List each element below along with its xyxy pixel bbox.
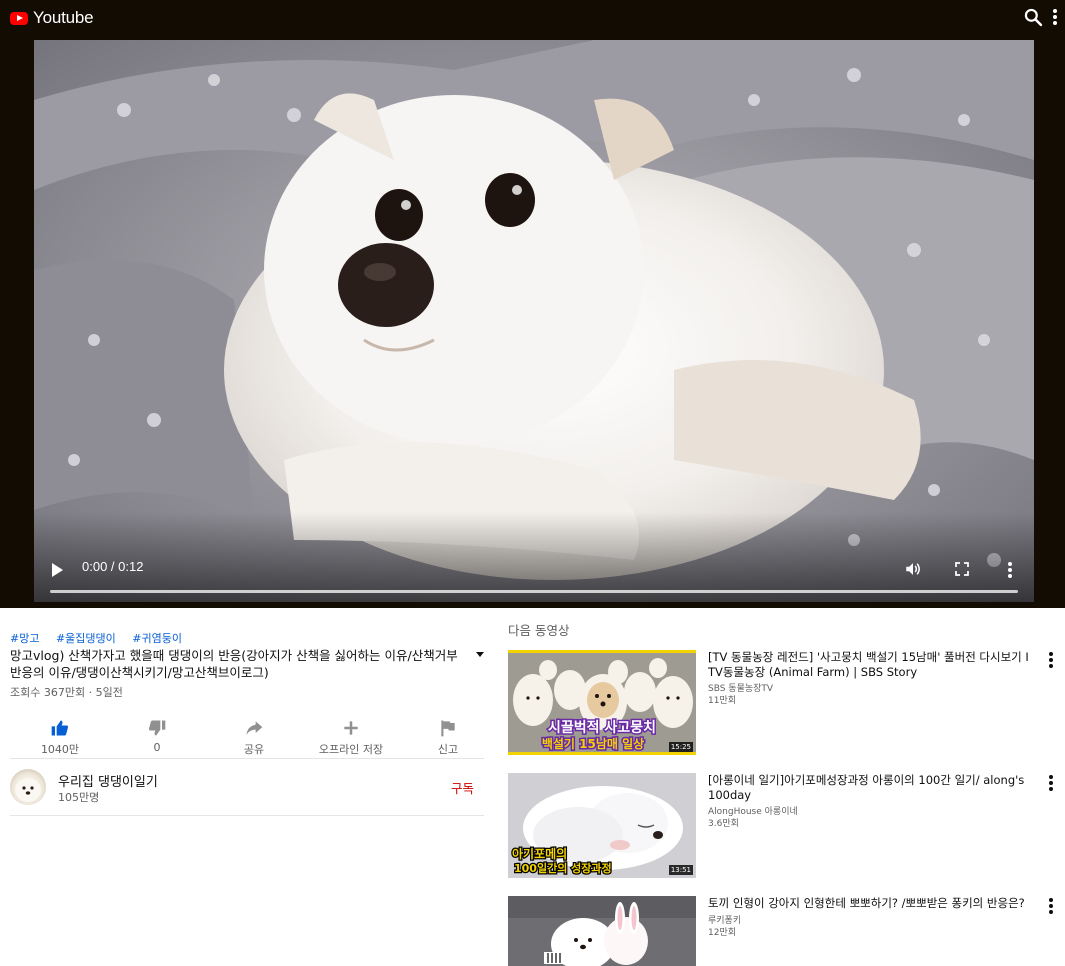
player-area: 0:00 / 0:12 [0,34,1065,608]
video-thumbnail[interactable]: 아기포메의 100일간의 성장과정 13:51 [508,773,696,878]
like-button[interactable]: 1040만 [30,718,90,758]
youtube-play-icon [10,11,28,25]
save-offline-label: 오프라인 저장 [318,743,384,756]
divider [10,815,484,816]
hashtag-link[interactable]: #망고 [10,632,39,645]
thumbnail-caption: 백설기 15남매 일상 [542,736,644,751]
thumbnail-image: 아기포메의 100일간의 성장과정 [508,773,696,878]
playback-time: 0:00 / 0:12 [82,559,144,574]
rec-video-title[interactable]: [TV 동물농장 레전드] '사고뭉치 백설기 15남매' 풀버전 다시보기 I… [708,650,1033,680]
video-duration: 13:51 [668,865,693,875]
recommended-video[interactable]: 토끼 인형이 강아지 인형한테 뽀뽀하기? /뽀뽀받은 퐁키의 반응은? 루키퐁… [508,886,1058,966]
save-offline-button[interactable]: 오프라인 저장 [318,718,384,758]
rec-view-count: 11만회 [708,696,737,706]
thumbnail-caption: 시끌벅적 사고뭉치 [548,719,656,736]
top-bar: Youtube [0,0,1065,34]
progress-bar[interactable] [50,590,1018,593]
more-vert-icon[interactable] [1053,9,1057,25]
video-duration: 15:25 [668,742,693,752]
up-next-label: 다음 동영상 [508,623,570,638]
recommended-video[interactable]: 아기포메의 100일간의 성장과정 13:51 [아롱이네 일기]아기포메성장과… [508,763,1058,886]
share-button[interactable]: 공유 [224,718,284,758]
more-vert-icon[interactable] [1049,652,1053,668]
like-count: 1040만 [40,743,80,756]
fullscreen-icon[interactable] [954,561,970,577]
thumbs-down-icon [149,720,166,736]
app-title: Youtube [33,8,94,27]
rec-view-count: 3.6만회 [708,819,739,829]
search-icon[interactable] [1023,7,1043,27]
thumbnail-caption: 아기포메의 [512,846,567,861]
expand-description-icon[interactable] [476,652,484,657]
subscribe-button[interactable]: 구독 [451,778,474,797]
rec-video-title[interactable]: 토끼 인형이 강아지 인형한테 뽀뽀하기? /뽀뽀받은 퐁키의 반응은? [708,896,1033,911]
hashtags: #망고 #울집댕댕이 #귀염둥이 [10,630,484,645]
report-label: 신고 [437,743,459,756]
hashtag-link[interactable]: #울집댕댕이 [56,632,116,645]
thumbnail-image: 시끌벅적 사고뭉치 백설기 15남매 일상 [508,650,696,755]
video-thumbnail[interactable]: 시끌벅적 사고뭉치 백설기 15남매 일상 15:25 [508,650,696,755]
share-icon [246,721,263,735]
flag-icon [441,720,455,737]
thumbs-up-icon [51,720,68,736]
video-player[interactable]: 0:00 / 0:12 [34,40,1034,602]
youtube-logo[interactable]: Youtube [10,8,94,28]
more-vert-icon[interactable] [1049,898,1053,914]
play-icon[interactable] [52,563,63,577]
plus-icon [344,721,358,735]
video-thumbnail[interactable] [508,896,696,966]
player-controls: 0:00 / 0:12 [34,512,1034,602]
share-label: 공유 [243,743,265,756]
action-bar: 1040만 0 공유 오프라인 저장 신고 [10,718,484,758]
video-title: 망고vlog) 산책가자고 했을때 댕댕이의 반응(강아지가 산책을 싫어하는 … [10,648,458,680]
rec-video-title[interactable]: [아롱이네 일기]아기포메성장과정 아롱이의 100간 일기/ along's … [708,773,1033,803]
recommended-video[interactable]: 시끌벅적 사고뭉치 백설기 15남매 일상 15:25 [TV 동물농장 레전드… [508,640,1058,763]
player-more-icon[interactable] [1008,562,1012,578]
up-next-panel: 다음 동영상 시끌벅적 사고뭉치 백설기 15남매 일상 15:25 [TV 동… [508,620,1058,966]
subscriber-count: 105만명 [58,791,100,804]
rec-view-count: 12만회 [708,928,737,938]
thumbnail-image [508,896,696,966]
dislike-button[interactable]: 0 [127,718,187,758]
video-info: #망고 #울집댕댕이 #귀염둥이 망고vlog) 산책가자고 했을때 댕댕이의 … [10,630,484,816]
more-vert-icon[interactable] [1049,775,1053,791]
channel-name[interactable]: 우리집 댕댕이일기 [58,771,158,790]
report-button[interactable]: 신고 [418,718,478,758]
avatar-image [15,778,41,802]
dislike-count: 0 [153,741,161,754]
hashtag-link[interactable]: #귀염둥이 [132,632,182,645]
channel-row: 우리집 댕댕이일기 105만명 구독 [10,759,484,815]
thumbnail-caption: 100일간의 성장과정 [514,861,612,875]
channel-avatar[interactable] [10,769,46,805]
volume-icon[interactable] [904,560,922,578]
video-meta: 조회수 367만회 · 5일전 [10,686,123,699]
